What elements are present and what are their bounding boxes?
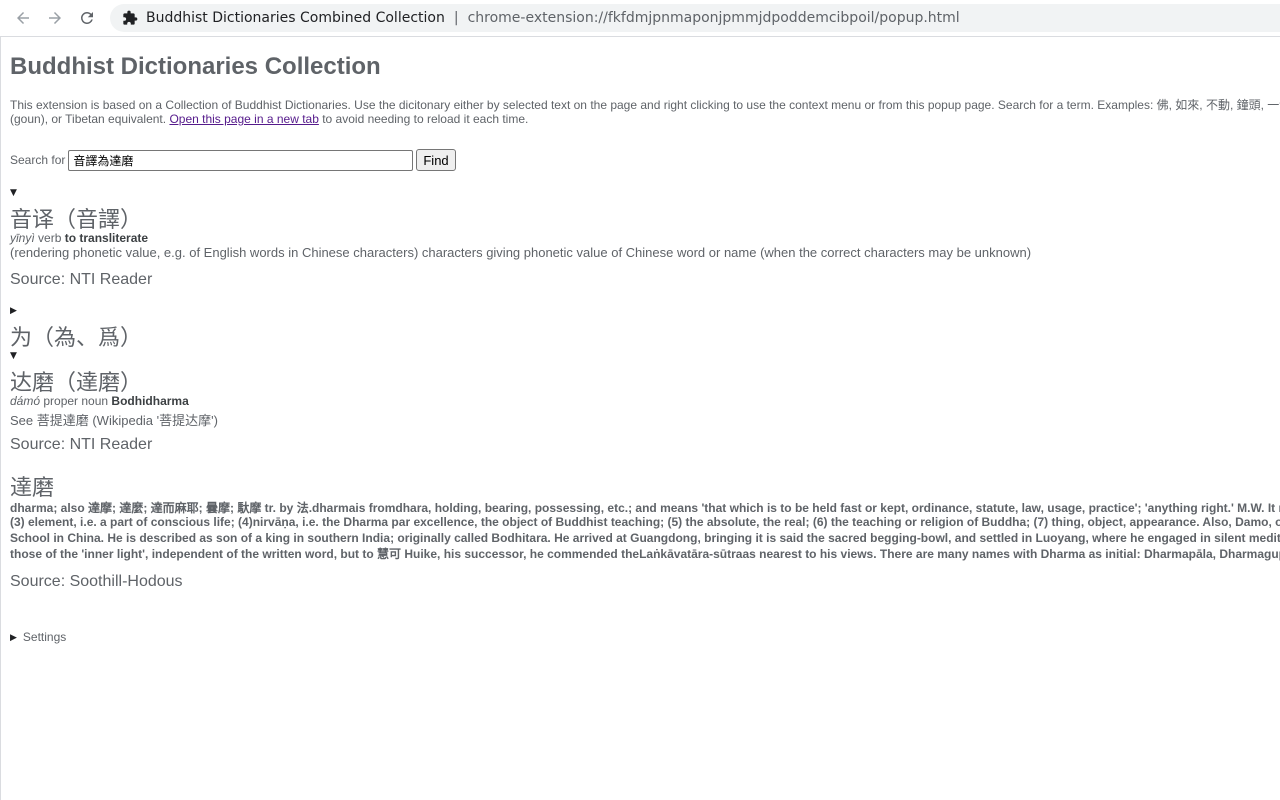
entry-3-description: See 菩提達磨 (Wikipedia '菩提达摩') — [10, 413, 218, 428]
search-row: Search for Find — [10, 149, 456, 171]
settings-disclosure-icon: ▶ — [10, 631, 17, 642]
entry-1-pos: verb — [34, 231, 65, 245]
forward-button[interactable] — [40, 3, 70, 33]
site-title: Buddhist Dictionaries Combined Collectio… — [146, 10, 445, 26]
entry-4-headword: 達磨 — [10, 476, 55, 501]
arrow-left-icon — [17, 12, 29, 24]
intro-line-2: (goun), or Tibetan equivalent. Open this… — [10, 112, 1280, 126]
entry-4-source: Source: Soothill-Hodous — [10, 573, 183, 590]
entry-3-definition: dámó proper noun Bodhidharma — [10, 394, 189, 408]
puzzle-piece-icon — [122, 10, 138, 26]
entry-4-line-3: School in China. He is described as son … — [10, 531, 1280, 545]
intro-text: This extension is based on a Collection … — [10, 98, 1280, 126]
entry-1-source: Source: NTI Reader — [10, 271, 153, 288]
find-button[interactable]: Find — [416, 149, 456, 171]
entry-1-description: (rendering phonetic value, e.g. of Engli… — [10, 245, 1032, 260]
reload-icon — [80, 11, 93, 24]
entry-1-pinyin: yīnyì — [10, 231, 35, 245]
entry-3-toggle[interactable]: ▼ — [10, 351, 17, 361]
page-content: Buddhist Dictionaries Collection This ex… — [0, 37, 1280, 800]
address-bar[interactable]: Buddhist Dictionaries Combined Collectio… — [110, 4, 1280, 32]
back-button[interactable] — [8, 3, 38, 33]
entry-4-line-2: (3) element, i.e. a part of conscious li… — [10, 515, 1280, 529]
entry-1-english: to transliterate — [64, 231, 149, 245]
entry-2-toggle[interactable]: ▶ — [10, 306, 17, 316]
intro-line-1: This extension is based on a Collection … — [10, 98, 1280, 112]
entry-2-headword: 为（為、爲） — [10, 326, 143, 351]
entry-3-source: Source: NTI Reader — [10, 436, 153, 453]
browser-toolbar: Buddhist Dictionaries Combined Collectio… — [0, 0, 1280, 37]
entry-3-pinyin: dámó — [10, 394, 41, 408]
arrow-right-icon — [49, 12, 61, 24]
search-label: Search for — [10, 153, 66, 167]
omnibox-separator: | — [453, 10, 459, 26]
url-text[interactable]: chrome-extension://fkfdmjpnmaponjpmmjdpo… — [468, 10, 960, 26]
entry-3-english: Bodhidharma — [111, 394, 189, 408]
entry-4-line-4: those of the 'inner light', independent … — [10, 547, 1280, 561]
page-title: Buddhist Dictionaries Collection — [10, 53, 381, 80]
reload-button[interactable] — [72, 3, 102, 33]
open-new-tab-link[interactable]: Open this page in a new tab — [169, 112, 318, 126]
entry-1-definition: yīnyì verb to transliterate — [10, 231, 148, 245]
entry-1-toggle[interactable]: ▼ — [10, 188, 17, 198]
settings-toggle[interactable]: ▶ Settings — [10, 630, 66, 644]
search-input[interactable] — [68, 149, 414, 171]
intro-line-2-post: to avoid needing to reload it each time. — [318, 112, 529, 126]
entry-3-headword: 达磨（達磨） — [10, 371, 143, 396]
intro-line-2-pre: (goun), or Tibetan equivalent. — [10, 112, 170, 126]
entry-1-headword: 音译（音譯） — [10, 208, 143, 233]
entry-3-pos: proper noun — [40, 394, 112, 408]
settings-label: Settings — [22, 630, 67, 644]
